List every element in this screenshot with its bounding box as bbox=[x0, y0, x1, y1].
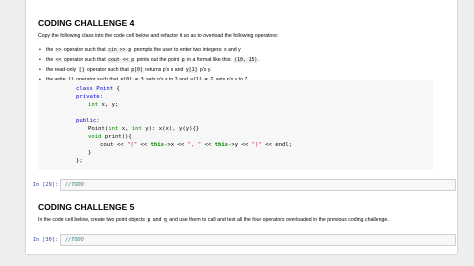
code-cell[interactable]: //TODO bbox=[60, 179, 456, 191]
cell-prompt: In [30]: bbox=[33, 237, 58, 243]
operator-list: the >> operator such that cin >> p promp… bbox=[38, 45, 260, 85]
challenge5-heading: CODING CHALLENGE 5 bbox=[38, 202, 135, 212]
challenge4-intro: Copy the following class into the code c… bbox=[38, 33, 279, 39]
point-class-code-block: class Point { private: int x, y; public:… bbox=[38, 80, 433, 170]
cut-off-text bbox=[38, 0, 388, 3]
challenge5-intro: In the code cell below, create two point… bbox=[38, 217, 389, 223]
cell-content[interactable]: //TODO bbox=[65, 182, 84, 188]
challenge4-heading: CODING CHALLENGE 4 bbox=[38, 18, 135, 28]
code-cell[interactable]: //TODO bbox=[60, 234, 456, 246]
cell-content[interactable]: //TODO bbox=[65, 237, 84, 243]
list-item: the << operator such that cout << p prin… bbox=[38, 55, 260, 65]
list-item: the read-only [] operator such that p[0]… bbox=[38, 65, 260, 75]
cell-prompt: In [29]: bbox=[33, 182, 58, 188]
list-item: the >> operator such that cin >> p promp… bbox=[38, 45, 260, 55]
